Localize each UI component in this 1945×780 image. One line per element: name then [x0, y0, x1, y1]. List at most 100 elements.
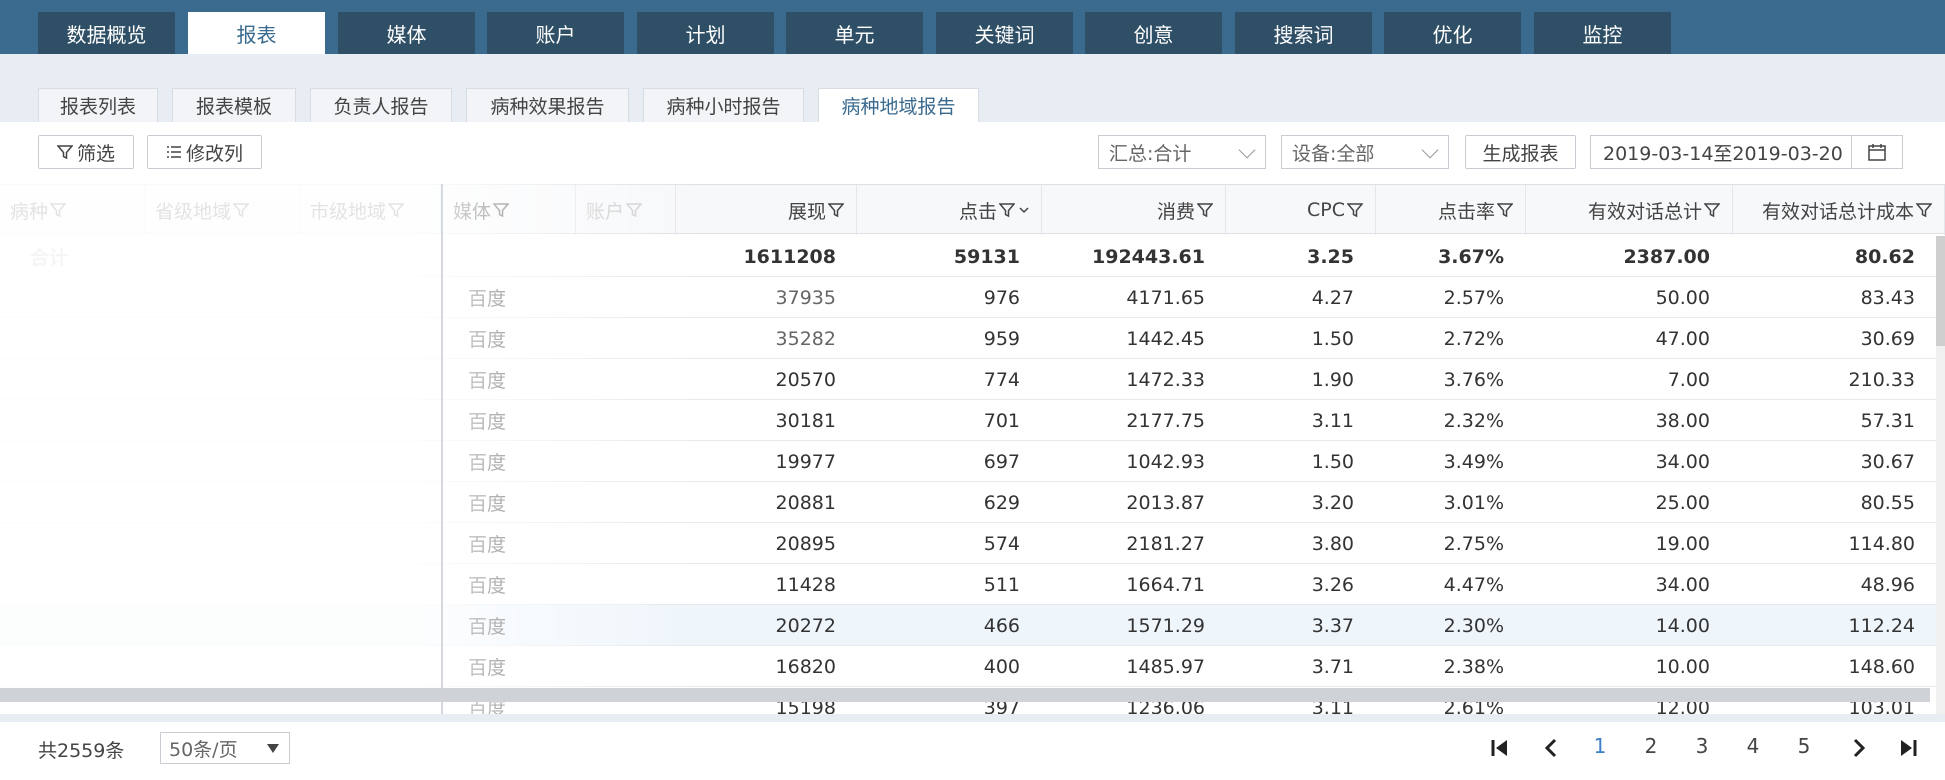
top-navigation: 数据概览 报表 媒体 账户 计划 单元 关键词 创意 搜索词 优化 监控 — [0, 0, 1945, 54]
media-cell: 百度 — [468, 493, 507, 515]
column-header-label: 有效对话总计成本 — [1761, 200, 1914, 223]
impressions-cell: 11428 — [775, 573, 836, 596]
filter-icon[interactable] — [999, 202, 1015, 218]
table-row[interactable]: 百度 30181 701 2177.75 3.11 2.32% 38.00 57.31 — [0, 400, 1945, 441]
cost-cell: 1472.33 — [1126, 368, 1205, 391]
subtab-1[interactable]: 报表模板 — [172, 88, 296, 122]
cost-cell: 1442.45 — [1126, 327, 1205, 350]
subtab-2[interactable]: 负责人报告 — [310, 88, 452, 122]
sort-desc-icon[interactable] — [1019, 205, 1029, 215]
device-select[interactable]: 设备:全部 — [1281, 135, 1449, 169]
subtab-5[interactable]: 病种地域报告 — [818, 88, 979, 122]
conv_cost-cell: 210.33 — [1848, 368, 1915, 391]
cost-cell: 1485.97 — [1126, 655, 1205, 678]
conv_cost-cell: 112.24 — [1848, 614, 1915, 637]
column-header-7[interactable]: 消费 — [1042, 185, 1226, 235]
subtab-3[interactable]: 病种效果报告 — [466, 88, 629, 122]
filter-icon[interactable] — [1704, 202, 1720, 218]
nav-tab-2[interactable]: 媒体 — [338, 12, 475, 54]
nav-tab-9[interactable]: 优化 — [1384, 12, 1521, 54]
caret-down-icon — [267, 744, 279, 753]
column-header-2[interactable]: 市级地域 — [300, 185, 441, 235]
subtab-4[interactable]: 病种小时报告 — [643, 88, 804, 122]
impressions-cell: 16820 — [775, 655, 836, 678]
table-row[interactable]: 百度 20881 629 2013.87 3.20 3.01% 25.00 80.55 — [0, 482, 1945, 523]
nav-tab-8[interactable]: 搜索词 — [1235, 12, 1372, 54]
nav-tab-1[interactable]: 报表 — [188, 12, 325, 54]
total-conv: 2387.00 — [1623, 245, 1710, 268]
table-row[interactable]: 百度 37935 976 4171.65 4.27 2.57% 50.00 83.43 — [0, 277, 1945, 318]
filter-icon[interactable] — [1197, 202, 1213, 218]
nav-tab-4[interactable]: 计划 — [637, 12, 774, 54]
cost-cell: 1571.29 — [1126, 614, 1205, 637]
page-number-4[interactable]: 4 — [1738, 734, 1768, 758]
column-header-3[interactable]: 媒体 — [443, 185, 576, 235]
summary-select-value: 汇总:合计 — [1109, 142, 1192, 165]
column-header-10[interactable]: 有效对话总计 — [1526, 185, 1733, 235]
filter-icon[interactable] — [1347, 202, 1363, 218]
table-row[interactable]: 百度 20272 466 1571.29 3.37 2.30% 14.00 112.24 — [0, 605, 1945, 646]
cost-cell: 1664.71 — [1126, 573, 1205, 596]
summary-select[interactable]: 汇总:合计 — [1098, 135, 1266, 169]
filter-icon[interactable] — [1916, 202, 1932, 218]
page-number-3[interactable]: 3 — [1687, 734, 1717, 758]
column-header-1[interactable]: 省级地域 — [145, 185, 300, 235]
nav-tab-10[interactable]: 监控 — [1534, 12, 1671, 54]
column-header-0[interactable]: 病种 — [0, 185, 145, 235]
subtab-0[interactable]: 报表列表 — [38, 88, 158, 122]
ctr-cell: 2.75% — [1443, 532, 1504, 555]
nav-tab-5[interactable]: 单元 — [786, 12, 923, 54]
page-number-5[interactable]: 5 — [1789, 734, 1819, 758]
horizontal-scrollbar[interactable] — [0, 688, 1930, 702]
clicks-cell: 976 — [983, 286, 1020, 309]
generate-report-button[interactable]: 生成报表 — [1465, 135, 1576, 169]
prev-page-icon[interactable] — [1540, 736, 1564, 760]
total-ctr: 3.67% — [1438, 245, 1504, 268]
frozen-column-divider — [441, 184, 443, 714]
column-header-label: CPC — [1307, 199, 1345, 221]
date-range-input[interactable]: 2019-03-14至2019-03-20 — [1590, 135, 1852, 169]
table-row[interactable]: 百度 19977 697 1042.93 1.50 3.49% 34.00 30.67 — [0, 441, 1945, 482]
column-header-6[interactable]: 点击 — [857, 185, 1042, 235]
filter-icon[interactable] — [493, 202, 510, 218]
calendar-button[interactable] — [1851, 135, 1903, 169]
page-size-select[interactable]: 50条/页 — [160, 732, 290, 764]
conv-cell: 19.00 — [1655, 532, 1710, 555]
column-header-8[interactable]: CPC — [1226, 185, 1376, 235]
column-header-5[interactable]: 展现 — [676, 185, 857, 235]
edit-columns-button[interactable]: 修改列 — [147, 135, 262, 169]
filter-icon[interactable] — [388, 202, 405, 218]
vertical-scrollbar[interactable] — [1936, 236, 1945, 714]
table-row[interactable]: 百度 35282 959 1442.45 1.50 2.72% 47.00 30.69 — [0, 318, 1945, 359]
cost-cell: 4171.65 — [1126, 286, 1205, 309]
vertical-scrollbar-thumb[interactable] — [1936, 236, 1945, 346]
page-number-2[interactable]: 2 — [1636, 734, 1666, 758]
table-row[interactable]: 百度 16820 400 1485.97 3.71 2.38% 10.00 148.60 — [0, 646, 1945, 687]
ctr-cell: 2.32% — [1443, 409, 1504, 432]
column-header-9[interactable]: 点击率 — [1376, 185, 1526, 235]
filter-icon[interactable] — [233, 202, 250, 218]
table-row[interactable]: 百度 11428 511 1664.71 3.26 4.47% 34.00 48.96 — [0, 564, 1945, 605]
column-header-label: 点击 — [958, 200, 997, 223]
nav-tab-6[interactable]: 关键词 — [936, 12, 1073, 54]
nav-tab-7[interactable]: 创意 — [1085, 12, 1222, 54]
first-page-icon[interactable] — [1488, 736, 1512, 760]
last-page-icon[interactable] — [1896, 736, 1920, 760]
next-page-icon[interactable] — [1846, 736, 1870, 760]
clicks-cell: 400 — [983, 655, 1020, 678]
nav-tab-0[interactable]: 数据概览 — [38, 12, 175, 54]
filter-icon[interactable] — [828, 202, 844, 218]
filter-icon[interactable] — [1497, 202, 1513, 218]
filter-icon[interactable] — [50, 202, 67, 218]
media-cell: 百度 — [468, 616, 507, 638]
clicks-cell: 774 — [983, 368, 1020, 391]
table-row[interactable]: 百度 20895 574 2181.27 3.80 2.75% 19.00 114.80 — [0, 523, 1945, 564]
filter-button[interactable]: 筛选 — [38, 135, 134, 169]
nav-tab-3[interactable]: 账户 — [487, 12, 624, 54]
total-label: 合计 — [30, 247, 69, 269]
filter-icon[interactable] — [626, 202, 643, 218]
page-number-1[interactable]: 1 — [1585, 734, 1615, 758]
column-header-11[interactable]: 有效对话总计成本 — [1733, 185, 1945, 235]
column-header-4[interactable]: 账户 — [576, 185, 676, 235]
table-row[interactable]: 百度 20570 774 1472.33 1.90 3.76% 7.00 210.33 — [0, 359, 1945, 400]
